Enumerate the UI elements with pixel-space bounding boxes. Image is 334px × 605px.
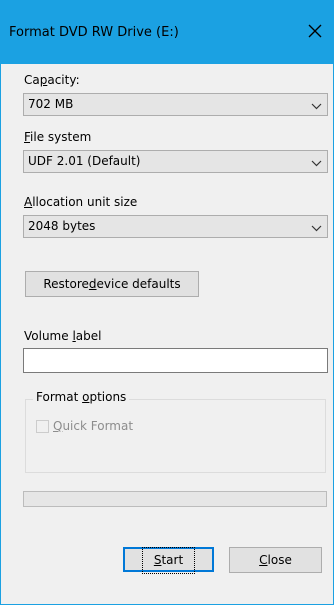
- format-options-group: [25, 399, 326, 473]
- format-dialog: Format DVD RW Drive (E:) Capacity: 702 M…: [0, 0, 334, 605]
- format-options-legend: Format options: [33, 390, 130, 404]
- allocation-unit-dropdown[interactable]: 2048 bytes: [23, 215, 328, 238]
- allocation-unit-value: 2048 bytes: [28, 219, 96, 233]
- quick-format-label: Quick Format: [53, 419, 134, 433]
- close-icon[interactable]: [303, 19, 327, 43]
- chevron-down-icon: [311, 100, 322, 110]
- file-system-value: UDF 2.01 (Default): [28, 154, 141, 168]
- quick-format-checkbox[interactable]: [36, 420, 49, 433]
- start-button[interactable]: Start: [123, 547, 214, 574]
- volume-label-label: Volume label: [24, 329, 102, 343]
- file-system-dropdown[interactable]: UDF 2.01 (Default): [23, 150, 328, 173]
- chevron-down-icon: [311, 157, 322, 167]
- volume-label-input[interactable]: [23, 348, 328, 373]
- allocation-unit-label: Allocation unit size: [24, 195, 138, 209]
- capacity-label: Capacity:: [24, 73, 80, 87]
- chevron-down-icon: [311, 222, 322, 232]
- title-bar: Format DVD RW Drive (E:): [1, 1, 333, 64]
- format-progress-bar: [23, 491, 327, 507]
- capacity-value: 702 MB: [28, 97, 74, 111]
- capacity-dropdown[interactable]: 702 MB: [23, 93, 328, 116]
- restore-defaults-button[interactable]: Restore device defaults: [25, 271, 199, 297]
- close-button[interactable]: Close: [229, 547, 322, 573]
- file-system-label: File system: [24, 130, 92, 144]
- window-title: Format DVD RW Drive (E:): [9, 25, 179, 40]
